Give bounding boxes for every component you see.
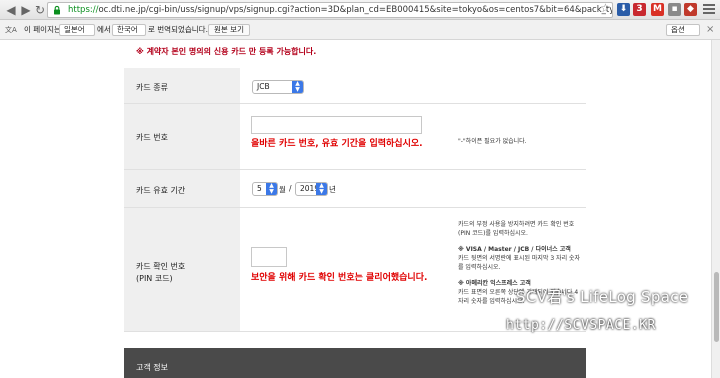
- page-scrollbar[interactable]: [711, 40, 720, 378]
- card-number-label: 카드 번호: [136, 133, 168, 142]
- card-number-error: 올바른 카드 번호, 유효 기간을 입력하십시오.: [251, 139, 423, 149]
- to-language-value: 한국어: [117, 25, 138, 34]
- browser-menu-icon[interactable]: [703, 4, 715, 16]
- url-scheme: https://: [68, 5, 99, 15]
- forward-icon[interactable]: ▶: [19, 3, 33, 17]
- translate-icon: 文A: [5, 26, 17, 34]
- lock-icon: [54, 5, 60, 15]
- credit-card-notice: ※ 계약자 본인 명의의 신용 카드 만 등록 가능합니다.: [136, 47, 317, 56]
- extension-badge-count: 3: [636, 4, 643, 14]
- expiry-month-select[interactable]: 5 ▲ ▼: [252, 182, 278, 196]
- extension-red-icon[interactable]: ◆: [684, 3, 697, 16]
- pin-help-visa-heading: ※ VISA / Master / JCB / 다이너스 고객: [458, 246, 571, 253]
- watermark-title: SCV君's LifeLog Space: [516, 288, 689, 306]
- reload-icon[interactable]: ↻: [33, 3, 47, 17]
- translate-options-button[interactable]: 옵션: [666, 24, 700, 36]
- select-arrows-icon: ▲ ▼: [316, 183, 327, 195]
- card-number-label-cell: 카드 번호: [124, 104, 240, 169]
- card-type-label-cell: 카드 종류: [124, 68, 240, 103]
- pocket-extension-icon[interactable]: ⬇: [617, 3, 630, 16]
- card-number-row: 카드 번호 올바른 카드 번호, 유효 기간을 입력하십시오. "-"하이픈 필…: [124, 104, 586, 170]
- from-suffix: 에서: [97, 25, 111, 34]
- expiry-label: 카드 유효 기간: [136, 186, 186, 195]
- url-text: oc.dti.ne.jp/cgi-bin/uss/signup/vps/sign…: [98, 5, 613, 15]
- scrollbar-thumb[interactable]: [714, 272, 719, 342]
- expiry-separator: /: [289, 184, 292, 193]
- card-type-row: 카드 종류 JCB ▲ ▼: [124, 68, 586, 104]
- customer-info-title: 고객 정보: [136, 363, 168, 372]
- expiry-month-value: 5: [257, 184, 262, 193]
- pin-error: 보안을 위해 카드 확인 번호는 클리어했습니다.: [251, 273, 428, 283]
- to-suffix: 로 번역되었습니다.: [148, 25, 208, 34]
- select-arrows-icon: ▲ ▼: [292, 81, 303, 93]
- translate-prefix: 이 페이지는: [24, 25, 61, 34]
- gmail-extension-icon[interactable]: M: [651, 3, 664, 16]
- card-type-label: 카드 종류: [136, 83, 168, 92]
- browser-toolbar: ◀ ▶ ↻ https://oc.dti.ne.jp/cgi-bin/uss/s…: [0, 0, 720, 20]
- to-language-select[interactable]: 한국어: [112, 24, 146, 36]
- card-number-hint: "-"하이픈 필요가 없습니다.: [458, 138, 527, 145]
- from-language-value: 일본어: [64, 25, 85, 34]
- card-number-input[interactable]: [251, 116, 422, 134]
- back-icon[interactable]: ◀: [4, 3, 18, 17]
- extension-badge-icon[interactable]: 3: [633, 3, 646, 16]
- extension-icon[interactable]: ▪: [668, 3, 681, 16]
- address-bar[interactable]: https://oc.dti.ne.jp/cgi-bin/uss/signup/…: [47, 2, 613, 18]
- from-language-select[interactable]: 일본어: [59, 24, 95, 36]
- pin-label-cell: 카드 확인 번호 (PIN 코드): [124, 208, 240, 331]
- expiry-label-cell: 카드 유효 기간: [124, 170, 240, 207]
- pin-help-visa-text: 카드 뒷면의 서명란에 표시된 마지막 3 자리 숫자를 입력하십시오.: [458, 255, 581, 271]
- month-unit: 월: [279, 185, 286, 194]
- pin-input[interactable]: [251, 247, 287, 267]
- expiry-year-select[interactable]: 2019 ▲ ▼: [295, 182, 328, 196]
- pin-label: 카드 확인 번호: [136, 262, 186, 271]
- close-icon[interactable]: ×: [706, 20, 714, 40]
- pin-help-intro: 카드의 부정 사용을 방지하려면 카드 확인 번호 (PIN 코드)를 입력하십…: [458, 221, 575, 237]
- select-arrows-icon: ▲ ▼: [266, 183, 277, 195]
- year-unit: 년: [329, 185, 336, 194]
- pin-label-sub: (PIN 코드): [136, 274, 173, 283]
- card-type-value: JCB: [257, 82, 270, 91]
- expiry-row: 카드 유효 기간 5 ▲ ▼ 월 / 2019 ▲ ▼ 년: [124, 170, 586, 208]
- customer-info-section-header: 고객 정보: [124, 348, 586, 378]
- translate-options-label: 옵션: [671, 25, 685, 34]
- bookmark-star-icon[interactable]: ☆: [600, 1, 611, 15]
- pin-row: 카드 확인 번호 (PIN 코드) 보안을 위해 카드 확인 번호는 클리어했습…: [124, 208, 586, 332]
- watermark-url: http://SCVSPACE.KR: [506, 318, 656, 333]
- show-original-button[interactable]: 원본 보기: [208, 24, 250, 36]
- card-type-select[interactable]: JCB ▲ ▼: [252, 80, 304, 94]
- translate-bar: 文A 이 페이지는 일본어 에서 한국어 로 번역되었습니다. 원본 보기 옵션…: [0, 20, 720, 40]
